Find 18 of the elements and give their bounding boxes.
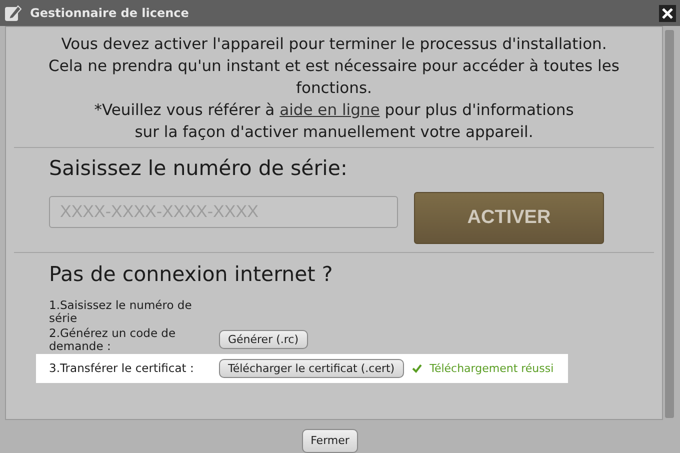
step-button[interactable]: Générer (.rc)	[219, 330, 308, 349]
close-dialog-button[interactable]: Fermer	[302, 428, 358, 453]
help-text: *Veuillez vous référer à aide en ligne pour plus d'informations sur la façon d'activer manuellement votre appareil.	[93, 100, 575, 143]
activate-button[interactable]: ACTIVER	[414, 192, 604, 244]
instruction-text: Cela ne prendra qu'un instant et est nécessaire pour accéder à toutes les fonctions.	[48, 56, 620, 99]
instruction-text: Vous devez activer l'appareil pour terminer le processus d'installation.	[60, 34, 608, 55]
step-label: 2.Générez un code de demande :	[49, 326, 177, 352]
step-label: 1.Saisissez le numéro de série	[49, 298, 193, 324]
section-heading: Saisissez le numéro de série:	[49, 155, 348, 182]
status-text: Téléchargement réussi	[430, 362, 554, 374]
edit-icon	[4, 4, 22, 22]
help-link[interactable]: aide en ligne	[280, 101, 380, 119]
window-title: Gestionnaire de licence	[30, 5, 189, 22]
step-label: 3.Transférer le certificat :	[49, 362, 195, 374]
check-icon	[412, 364, 422, 372]
step-button[interactable]: Télécharger le certificat (.cert)	[219, 358, 404, 378]
close-button[interactable]	[659, 5, 676, 22]
section-heading: Pas de connexion internet ?	[48, 260, 334, 288]
